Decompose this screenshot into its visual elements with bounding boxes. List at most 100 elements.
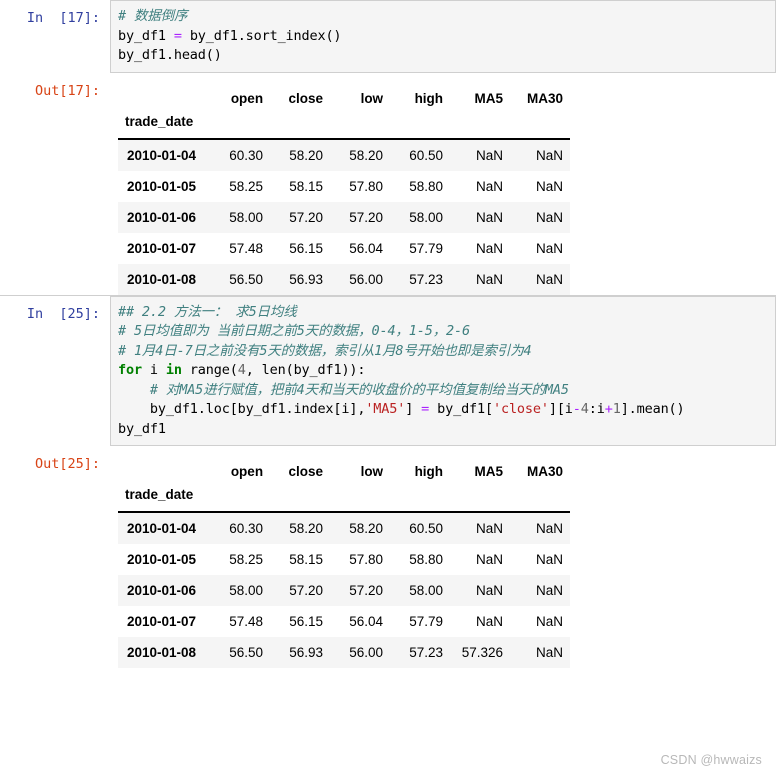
table-cell-high: 57.23 [409,645,444,660]
table-cell-close: 56.15 [289,614,324,629]
column-header-high: high [414,90,444,106]
code-token-plain: by_df1 [118,420,166,437]
code-token-op: = [173,27,182,44]
table-cell-low: 56.04 [349,614,384,629]
code-token-plain: , [245,362,262,378]
notebook-cell: In [25]: ## 2.2 方法一： 求5日均线 # 5日均值即为 当前日期之… [0,295,776,668]
table-cell-low: 57.80 [349,552,384,567]
row-index-cell: 2010-01-04 [127,521,197,536]
row-index-cell: 2010-01-07 [127,614,197,629]
table-header-row: open close low high MA5 MA30 [118,456,570,485]
cell-output-row: Out[25]: open close low high MA5 MA30 trade_da… [0,446,776,668]
table-cell-open: 56.50 [229,645,264,660]
table-cell-low: 56.04 [349,240,384,256]
code-token-keyword: for [118,362,142,378]
table-cell-ma5: NaN [476,271,504,287]
code-line: # 1月4日-7日之前没有5天的数据，索引从1月8号开始也即是索引为4 [118,342,769,362]
table-cell-low: 56.00 [349,271,384,287]
table-cell-low: 58.20 [349,147,384,163]
table-corner-cell [118,83,210,112]
table-header-row: open close low high MA5 MA30 [118,83,570,112]
column-header-ma30: MA30 [527,90,564,106]
table-cell-ma30: NaN [536,552,564,567]
table-cell-high: 58.80 [409,178,444,194]
code-line: # 数据倒序 [118,7,769,27]
table-cell-high: 58.00 [409,209,444,225]
table-cell-close: 56.15 [289,240,324,256]
index-name-label: trade_date [125,487,194,502]
table-row: 2010-01-08 56.50 56.93 56.00 57.23 NaN NaN [118,263,571,295]
code-token-plain: ].mean() [620,401,685,417]
table-cell-close: 58.15 [289,178,324,194]
code-token-comment: # 数据倒序 [118,8,188,24]
row-index-cell: 2010-01-07 [127,240,197,256]
index-row-spacer [390,112,450,139]
table-cell-ma5: NaN [476,614,504,629]
table-corner-cell [118,456,210,485]
table-cell-open: 58.25 [229,178,264,194]
dataframe-output: open close low high MA5 MA30 trade_date 2010-01… [110,73,776,295]
row-index-cell: 2010-01-08 [127,271,197,287]
code-token-plain: ][i [548,401,573,417]
code-token-plain: by_df1.sort_index() [181,27,342,44]
code-token-op: - [572,401,581,417]
code-token-plain: by_df1.head() [118,47,222,63]
row-index-cell: 2010-01-04 [127,147,197,163]
table-cell-high: 58.00 [409,583,444,598]
table-cell-ma30: NaN [536,614,564,629]
code-token-plain: by_df1[ [429,401,493,417]
table-cell-ma5: 57.326 [461,645,504,660]
table-cell-close: 56.93 [289,645,324,660]
code-token-number: 1 [612,401,621,417]
output-prompt-label: Out[17]: [34,82,100,99]
table-cell-ma5: NaN [476,521,504,536]
row-index-cell: 2010-01-05 [127,178,197,194]
table-row: 2010-01-05 58.25 58.15 57.80 58.80 NaN NaN [118,170,571,202]
dataframe-output: open close low high MA5 MA30 trade_date 2010-01… [110,446,776,668]
column-header-ma5: MA5 [474,464,504,479]
table-cell-low: 57.20 [349,583,384,598]
row-index-cell: 2010-01-05 [127,552,197,567]
input-prompt-label: In [17]: [26,10,100,26]
code-line: for i in range(4, len(by_df1)): [118,361,769,381]
table-row: 2010-01-05 58.25 58.15 57.80 58.80 NaN NaN [118,544,571,575]
column-header-close: close [288,464,324,479]
row-index-cell: 2010-01-06 [127,583,197,598]
code-editor[interactable]: # 数据倒序 by_df1 = by_df1.sort_index() by_df1… [110,0,776,73]
code-line: # 对MA5进行赋值，把前4天和当天的收盘价的平均值复制给当天的MA5 [118,381,769,401]
table-cell-open: 56.50 [229,271,264,287]
table-cell-ma5: NaN [476,583,504,598]
table-cell-high: 57.79 [409,614,444,629]
index-row-spacer [510,485,570,512]
table-cell-close: 58.15 [289,552,324,567]
code-editor[interactable]: ## 2.2 方法一： 求5日均线 # 5日均值即为 当前日期之前5天的数据，0-… [110,295,776,446]
index-row-spacer [450,112,510,139]
code-line: by_df1 [118,420,769,440]
table-cell-open: 60.30 [229,521,264,536]
code-token-builtin: len [261,362,286,378]
table-cell-high: 60.50 [409,147,444,163]
column-header-open: open [230,464,264,479]
table-cell-ma30: NaN [536,645,564,660]
table-cell-open: 58.25 [229,552,264,567]
code-token-string: 'MA5' [365,401,406,417]
index-row-spacer [510,112,570,139]
table-cell-ma5: NaN [476,552,504,567]
code-token-string: 'close' [492,401,549,417]
table-cell-ma30: NaN [536,583,564,598]
table-cell-ma5: NaN [476,147,504,163]
watermark: CSDN @hwwaizs [660,753,762,767]
code-token-op: = [421,401,430,417]
table-row: 2010-01-08 56.50 56.93 56.00 57.23 57.326 NaN [118,637,571,668]
column-header-low: low [360,90,384,106]
table-cell-ma30: NaN [536,178,564,194]
code-token-op: + [604,401,613,417]
index-name-row: trade_date [118,112,571,139]
column-header-low: low [360,464,384,479]
table-row: 2010-01-04 60.30 58.20 58.20 60.50 NaN NaN [118,138,571,171]
index-row-spacer [330,485,390,512]
table-cell-high: 60.50 [409,521,444,536]
table-cell-high: 57.79 [409,240,444,256]
table-cell-low: 57.80 [349,178,384,194]
notebook: In [17]: # 数据倒序 by_df1 = by_df1.sort_inde… [0,0,776,668]
